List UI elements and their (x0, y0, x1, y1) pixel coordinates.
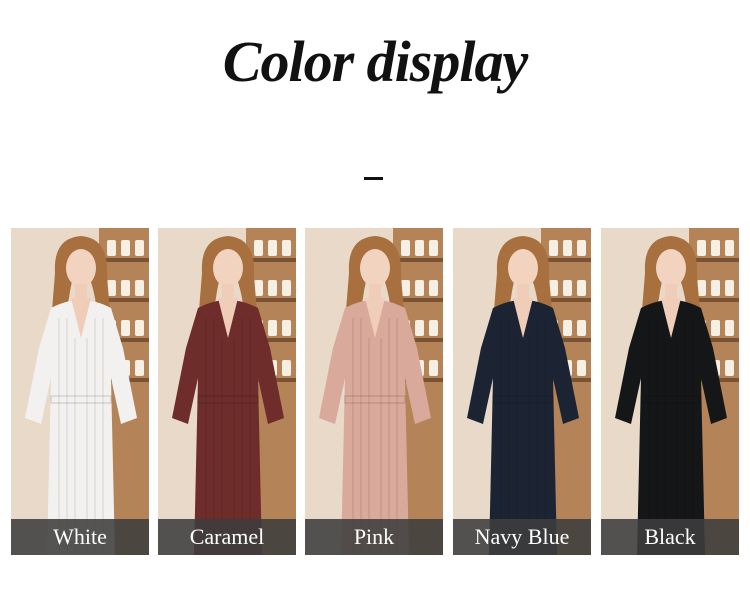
model-photo (158, 228, 296, 555)
color-card-pink[interactable]: Pink (305, 228, 443, 555)
color-label: Pink (305, 519, 443, 555)
title-divider (364, 177, 383, 180)
model-photo (453, 228, 591, 555)
model-photo (601, 228, 739, 555)
color-card-white[interactable]: White (11, 228, 149, 555)
color-label: Navy Blue (453, 519, 591, 555)
color-label: Black (601, 519, 739, 555)
color-card-navy-blue[interactable]: Navy Blue (453, 228, 591, 555)
model-photo (11, 228, 149, 555)
color-card-black[interactable]: Black (601, 228, 739, 555)
color-label: White (11, 519, 149, 555)
page-title: Color display (222, 29, 528, 94)
color-card-caramel[interactable]: Caramel (158, 228, 296, 555)
color-label: Caramel (158, 519, 296, 555)
model-photo (305, 228, 443, 555)
